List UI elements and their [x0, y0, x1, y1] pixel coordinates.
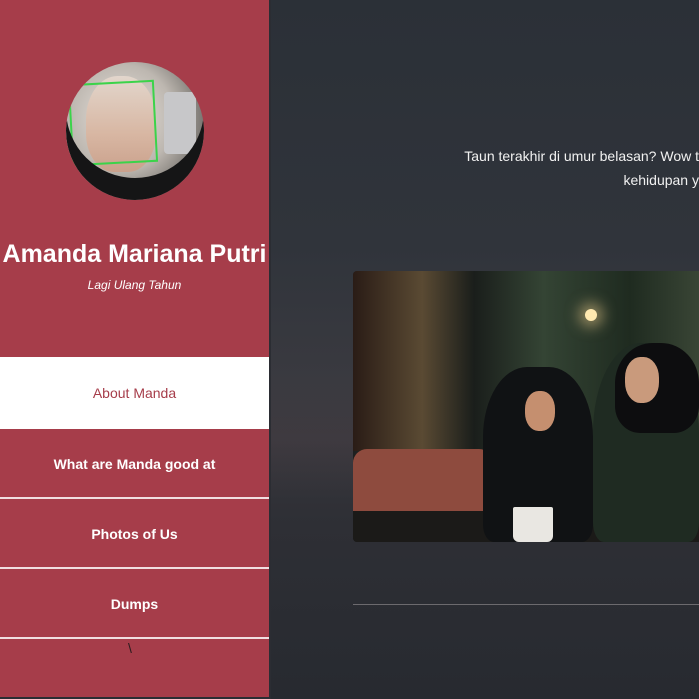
sidebar-item-dumps[interactable]: Dumps	[0, 569, 269, 639]
avatar	[66, 62, 204, 200]
drink-cup	[513, 507, 553, 542]
main-content: Taun terakhir di umur belasan? Wow t keh…	[271, 0, 699, 699]
avatar-shadow	[66, 62, 204, 200]
sidebar-item-about-manda[interactable]: About Manda	[0, 357, 269, 429]
sofa	[353, 449, 493, 519]
stray-character: \	[128, 640, 132, 656]
intro-line-1: Taun terakhir di umur belasan? Wow t	[464, 148, 699, 164]
section-divider	[353, 604, 699, 605]
person-left-face	[525, 391, 555, 431]
intro-line-2: kehidupan y	[623, 172, 699, 188]
sidebar: Amanda Mariana Putri Lagi Ulang Tahun Ab…	[0, 0, 269, 697]
sidebar-item-photos-of-us[interactable]: Photos of Us	[0, 499, 269, 569]
sidebar-menu: About Manda What are Manda good at Photo…	[0, 357, 269, 639]
intro-text: Taun terakhir di umur belasan? Wow t keh…	[271, 144, 699, 192]
profile-subtitle: Lagi Ulang Tahun	[87, 278, 182, 292]
friends-photo	[353, 271, 699, 542]
lamp-light	[585, 309, 597, 321]
person-right-face	[625, 357, 659, 403]
profile-name: Amanda Mariana Putri	[2, 240, 267, 268]
sidebar-item-good-at[interactable]: What are Manda good at	[0, 429, 269, 499]
